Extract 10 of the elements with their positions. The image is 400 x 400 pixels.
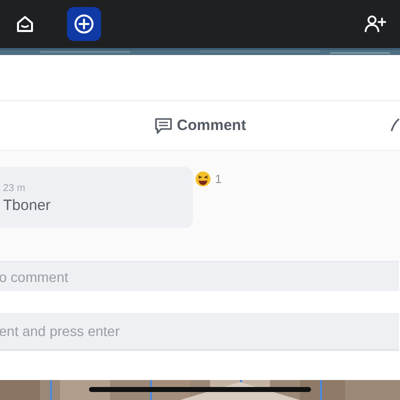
inbox-icon	[15, 14, 35, 34]
speech-bubble-icon	[154, 116, 173, 134]
reaction-count: 1	[215, 172, 222, 186]
add-button[interactable]	[67, 7, 101, 41]
plus-circle-icon	[74, 14, 94, 34]
add-person-icon	[364, 15, 386, 33]
comment-time: 23 m	[3, 183, 26, 194]
comment-text: Tboner	[3, 197, 51, 214]
comment-button[interactable]: Comment	[152, 114, 248, 136]
laughing-emoji-icon	[195, 171, 211, 187]
